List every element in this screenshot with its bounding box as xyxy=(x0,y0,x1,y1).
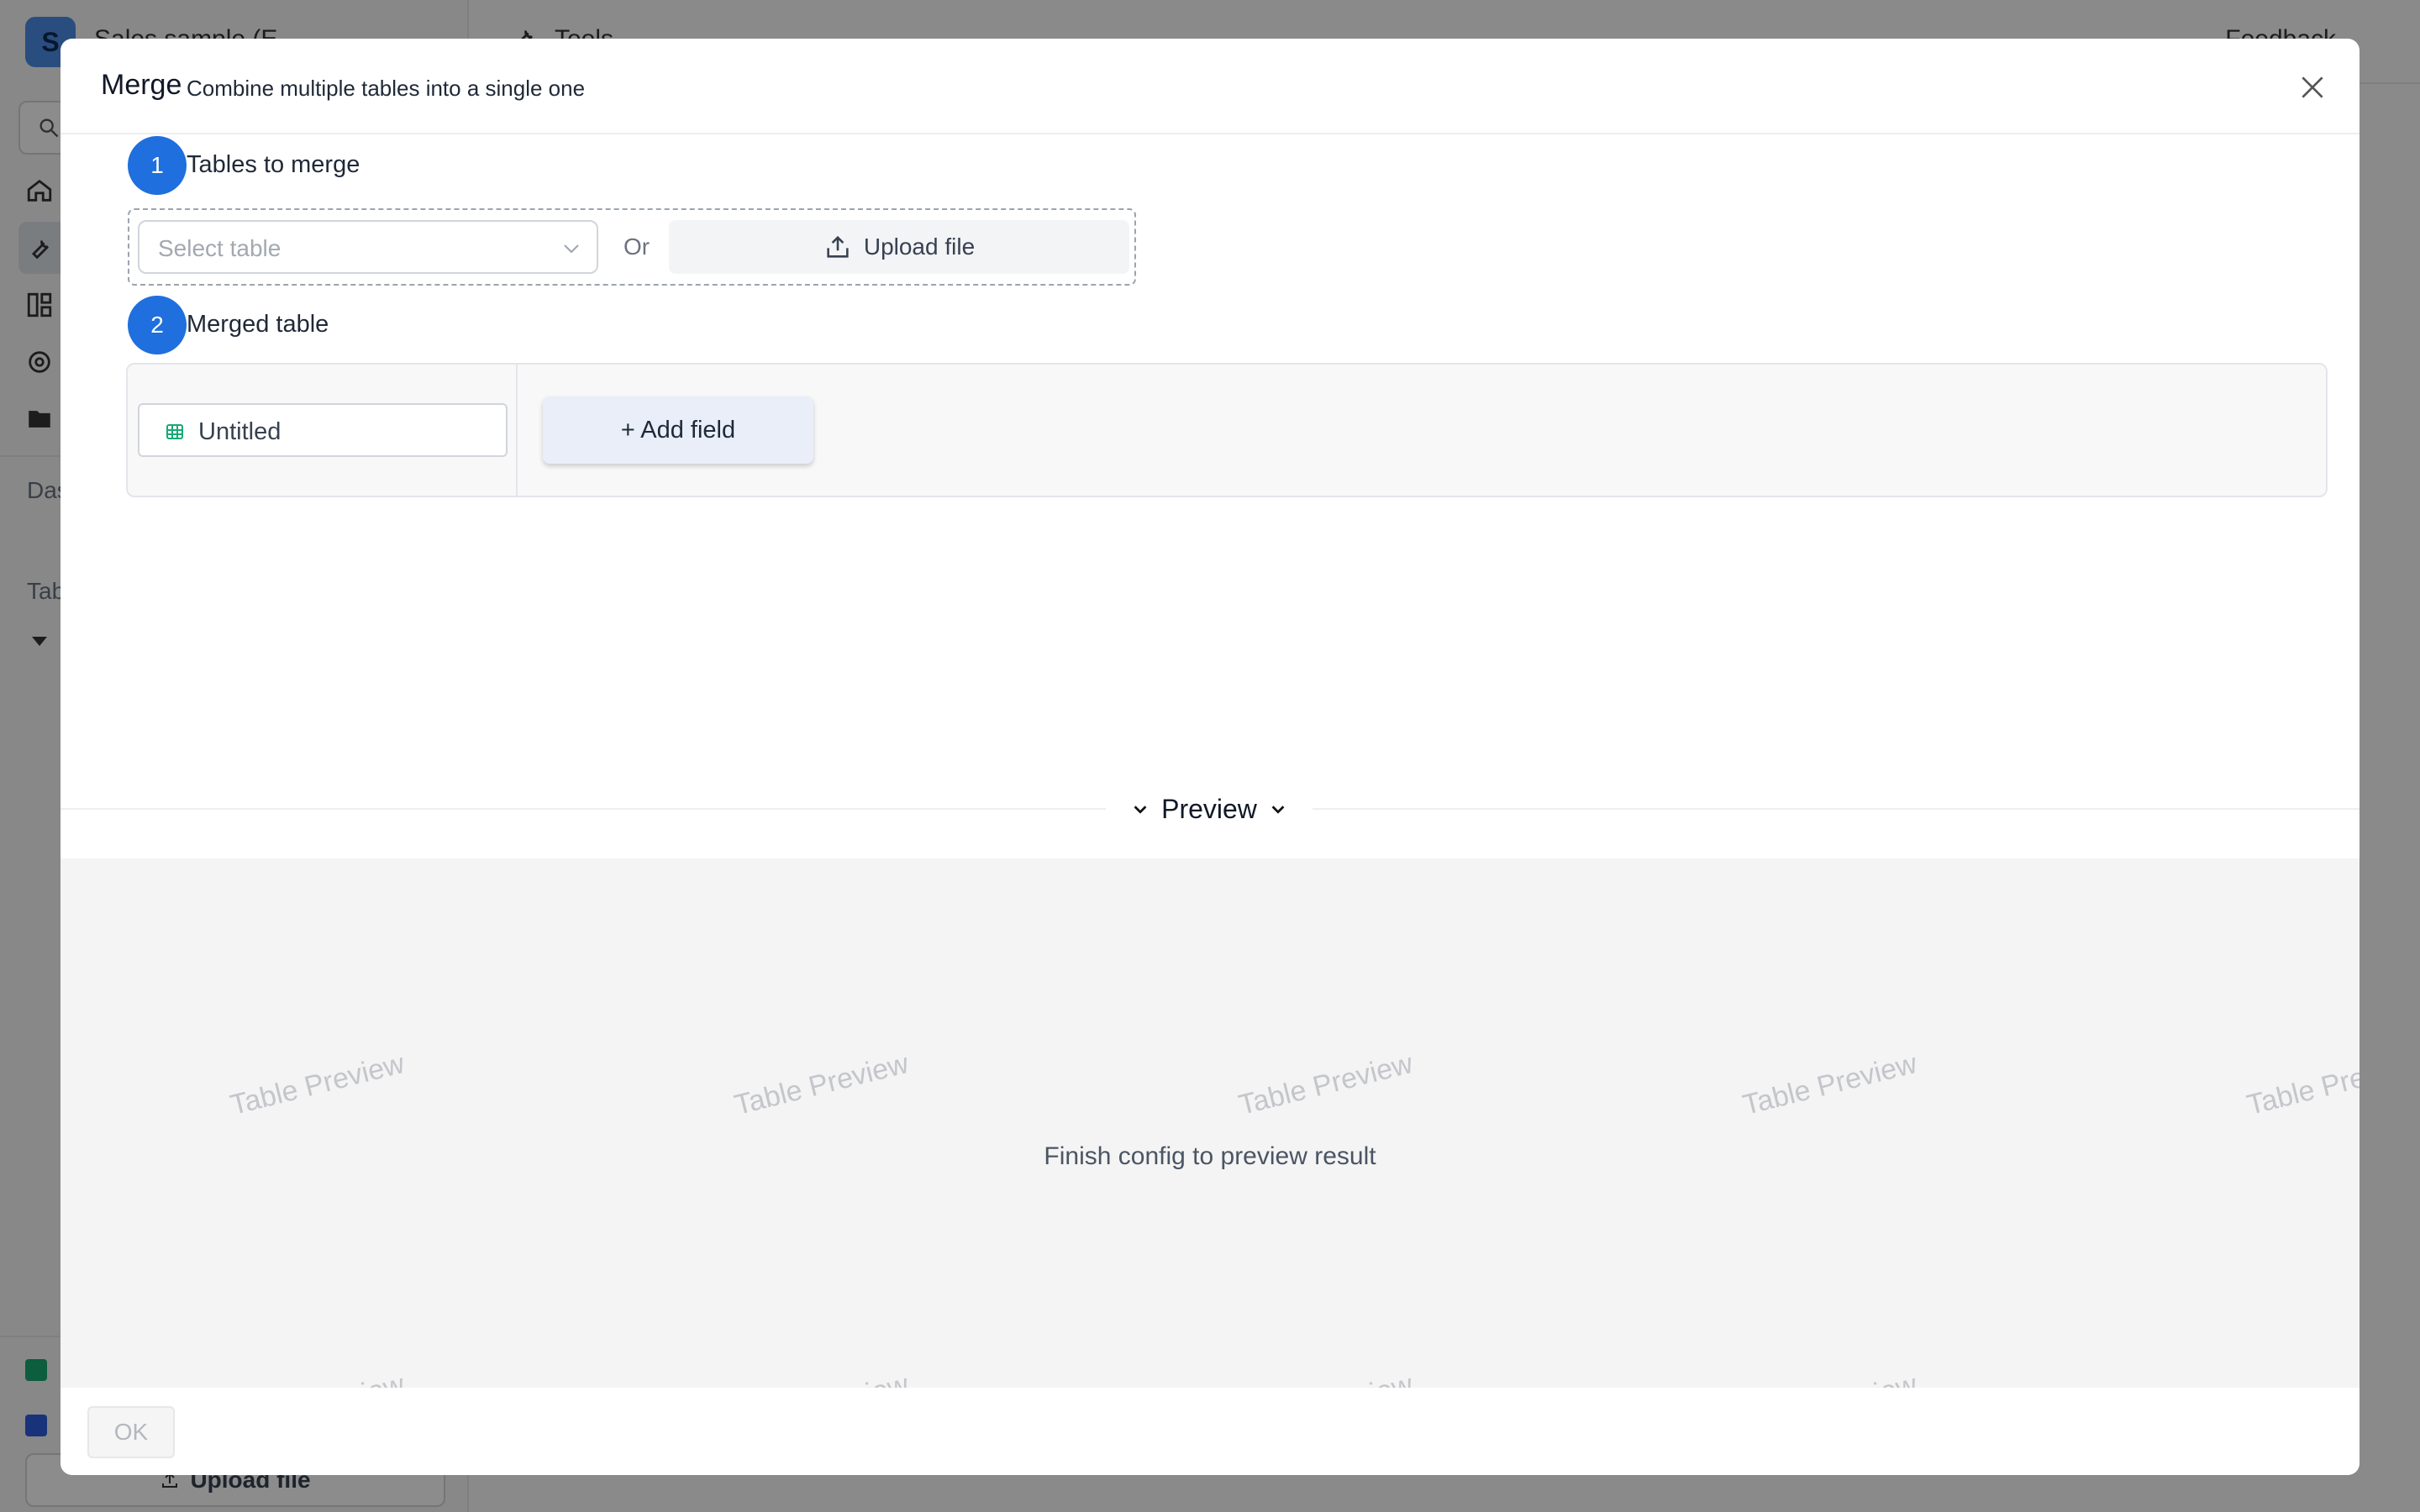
tables-to-merge-box: Select table Or Upload file xyxy=(128,208,1136,286)
preview-toggle[interactable]: Preview xyxy=(1106,790,1313,828)
select-table-placeholder: Select table xyxy=(158,235,281,261)
step-2-badge: 2 xyxy=(128,296,187,354)
add-field-button[interactable]: + Add field xyxy=(543,396,813,464)
close-icon[interactable] xyxy=(2296,71,2329,104)
dialog-footer: OK xyxy=(60,1388,2360,1475)
or-label: Or xyxy=(623,234,650,260)
upload-file-button[interactable]: Upload file xyxy=(669,220,1129,274)
watermark: Table Preview xyxy=(1235,1047,1416,1122)
chevron-down-icon xyxy=(564,244,579,254)
watermark: Table Preview xyxy=(1235,1368,1416,1388)
dialog-header: Merge Combine multiple tables into a sin… xyxy=(60,39,2360,134)
watermark: Table Preview xyxy=(1739,1368,1920,1388)
step-1-label: Tables to merge xyxy=(187,151,360,178)
merge-dialog: Merge Combine multiple tables into a sin… xyxy=(60,39,2360,1475)
preview-area: Table Preview Table Preview Table Previe… xyxy=(60,858,2360,1388)
chevron-down-icon xyxy=(1134,806,1147,814)
merged-table-name-panel: Untitled xyxy=(128,365,518,496)
step-1-badge: 1 xyxy=(128,136,187,195)
upload-file-label: Upload file xyxy=(863,234,976,260)
watermark: Table Preview xyxy=(227,1368,408,1388)
upload-icon xyxy=(827,235,849,258)
chevron-down-icon xyxy=(1271,806,1285,814)
select-table-dropdown[interactable]: Select table xyxy=(138,220,598,274)
step-2-label: Merged table xyxy=(187,311,329,338)
ok-button[interactable]: OK xyxy=(87,1406,175,1458)
table-name-value: Untitled xyxy=(198,418,281,445)
dialog-subtitle: Combine multiple tables into a single on… xyxy=(187,76,586,101)
merged-table-box: Untitled + Add field xyxy=(126,363,2328,497)
watermark: Table Preview xyxy=(227,1047,408,1122)
preview-message: Finish config to preview result xyxy=(1044,1142,1376,1170)
watermark: Table Preview xyxy=(731,1047,912,1122)
watermark: Table Preview xyxy=(1739,1047,1920,1122)
watermark: Table Preview xyxy=(2244,1047,2360,1122)
watermark: Table Preview xyxy=(2244,1368,2360,1388)
table-icon xyxy=(166,424,183,439)
watermark: Table Preview xyxy=(731,1368,912,1388)
table-name-input[interactable]: Untitled xyxy=(138,403,508,457)
preview-toggle-label: Preview xyxy=(1161,793,1257,824)
dialog-title: Merge xyxy=(101,69,182,101)
